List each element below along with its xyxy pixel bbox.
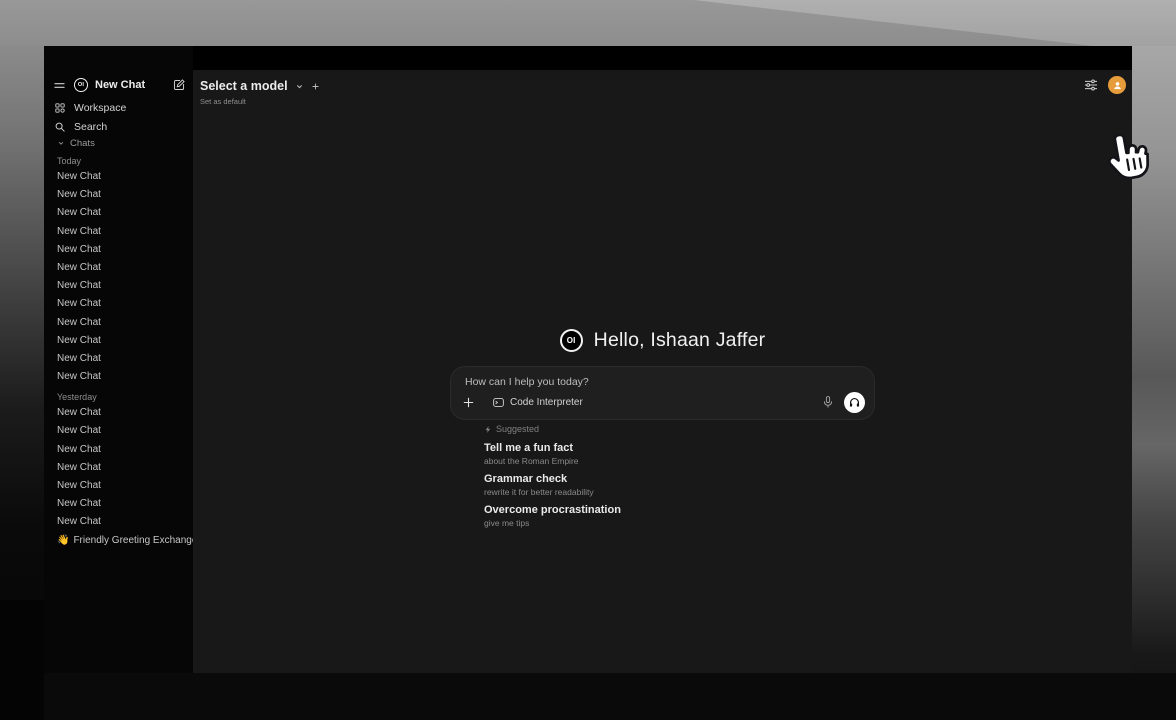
chat-list-item[interactable]: New Chat [57, 459, 193, 477]
chat-list-item[interactable]: New Chat [57, 186, 193, 204]
chat-history: Chats Today New ChatNew ChatNew ChatNew … [44, 137, 193, 673]
suggested-prompt-title: Overcome procrastination [484, 504, 874, 516]
suggested-list: Tell me a fun fact about the Roman Empir… [484, 442, 874, 528]
suggested-prompt[interactable]: Overcome procrastination give me tips [484, 504, 874, 528]
suggested-prompt-subtitle: give me tips [484, 518, 874, 528]
suggested-prompt-title: Grammar check [484, 473, 874, 485]
add-model-plus-icon[interactable] [311, 82, 320, 91]
main-area: Select a model Set as default [193, 70, 1132, 673]
chat-list-item-named[interactable]: 👋 Friendly Greeting Exchange [57, 532, 193, 550]
suggested-prompt[interactable]: Grammar check rewrite it for better read… [484, 473, 874, 497]
sliders-icon[interactable] [1083, 77, 1099, 93]
greeting-row: OI Hello, Ishaan Jaffer [560, 326, 766, 354]
sidebar-title: New Chat [95, 79, 145, 91]
sidebar-nav: Workspace Search [44, 98, 193, 136]
new-chat-pencil-icon[interactable] [172, 78, 186, 92]
headphones-icon [848, 396, 861, 409]
model-selector-area: Select a model Set as default [200, 79, 320, 106]
wave-emoji: 👋 [57, 532, 69, 550]
chat-group-label-today: Today [57, 155, 193, 167]
chat-list-item[interactable]: New Chat [57, 513, 193, 531]
code-interpreter-icon [492, 396, 505, 409]
sidebar-item-workspace[interactable]: Workspace [44, 98, 193, 117]
app-logo: OI [560, 329, 583, 352]
code-interpreter-toggle[interactable]: Code Interpreter [492, 396, 583, 409]
suggested-label: Suggested [496, 424, 539, 434]
workspace-grid-icon [54, 102, 66, 114]
sidebar-item-search[interactable]: Search [44, 117, 193, 136]
search-label: Search [74, 121, 107, 133]
chat-list-item[interactable]: New Chat [57, 259, 193, 277]
suggested-prompt-subtitle: rewrite it for better readability [484, 487, 874, 497]
bolt-icon [484, 425, 492, 434]
chat-list-today: New ChatNew ChatNew ChatNew ChatNew Chat… [57, 168, 193, 386]
sidebar-header: OI New Chat [53, 76, 186, 94]
message-input[interactable]: How can I help you today? Code Interpret… [451, 367, 874, 419]
chat-list-yesterday: New ChatNew ChatNew ChatNew ChatNew Chat… [57, 404, 193, 531]
suggested-prompt-subtitle: about the Roman Empire [484, 456, 874, 466]
sidebar-toggle-icon[interactable] [53, 79, 66, 92]
chat-list-item[interactable]: New Chat [57, 277, 193, 295]
desktop-background-bottom-left [0, 600, 44, 720]
voice-mode-button[interactable] [844, 392, 865, 413]
chat-list-item[interactable]: New Chat [57, 223, 193, 241]
chat-list-item[interactable]: New Chat [57, 368, 193, 386]
code-interpreter-label: Code Interpreter [510, 397, 583, 408]
workspace-label: Workspace [74, 102, 126, 114]
chats-section-toggle[interactable]: Chats [57, 137, 193, 149]
app-logo: OI [74, 78, 88, 92]
named-chat-title: Friendly Greeting Exchange [73, 532, 193, 550]
chat-group-label-yesterday: Yesterday [57, 391, 193, 403]
microphone-icon[interactable] [822, 395, 834, 409]
greeting-text: Hello, Ishaan Jaffer [594, 329, 766, 352]
set-as-default-button[interactable]: Set as default [200, 97, 320, 106]
suggested-prompt-title: Tell me a fun fact [484, 442, 874, 454]
chat-list-item[interactable]: New Chat [57, 295, 193, 313]
attach-plus-icon[interactable] [462, 396, 475, 409]
top-right-controls [1083, 76, 1126, 94]
chat-list-item[interactable]: New Chat [57, 332, 193, 350]
suggested-prompts: Suggested Tell me a fun fact about the R… [451, 423, 874, 528]
chat-list-item[interactable]: New Chat [57, 350, 193, 368]
desktop-background-bottom [0, 673, 1176, 720]
chat-list-item[interactable]: New Chat [57, 422, 193, 440]
user-avatar[interactable] [1108, 76, 1126, 94]
chevron-down-icon [57, 139, 65, 147]
chat-list-item[interactable]: New Chat [57, 441, 193, 459]
suggested-prompt[interactable]: Tell me a fun fact about the Roman Empir… [484, 442, 874, 466]
model-selector[interactable]: Select a model [200, 79, 288, 93]
search-icon [54, 121, 66, 133]
chats-label: Chats [70, 138, 95, 149]
chat-list-item[interactable]: New Chat [57, 495, 193, 513]
chat-list-item[interactable]: New Chat [57, 168, 193, 186]
chat-list-item[interactable]: New Chat [57, 204, 193, 222]
chat-list-item[interactable]: New Chat [57, 241, 193, 259]
home-center: OI Hello, Ishaan Jaffer How can I help y… [193, 326, 1132, 528]
message-input-placeholder: How can I help you today? [465, 376, 589, 388]
chat-list-item[interactable]: New Chat [57, 314, 193, 332]
desktop-background-right [1132, 46, 1176, 720]
sidebar: OI New Chat Workspace [44, 46, 193, 673]
chat-list-item[interactable]: New Chat [57, 477, 193, 495]
chat-list-item[interactable]: New Chat [57, 404, 193, 422]
app-window: OI New Chat Workspace [44, 46, 1132, 673]
chevron-down-icon[interactable] [295, 82, 304, 91]
